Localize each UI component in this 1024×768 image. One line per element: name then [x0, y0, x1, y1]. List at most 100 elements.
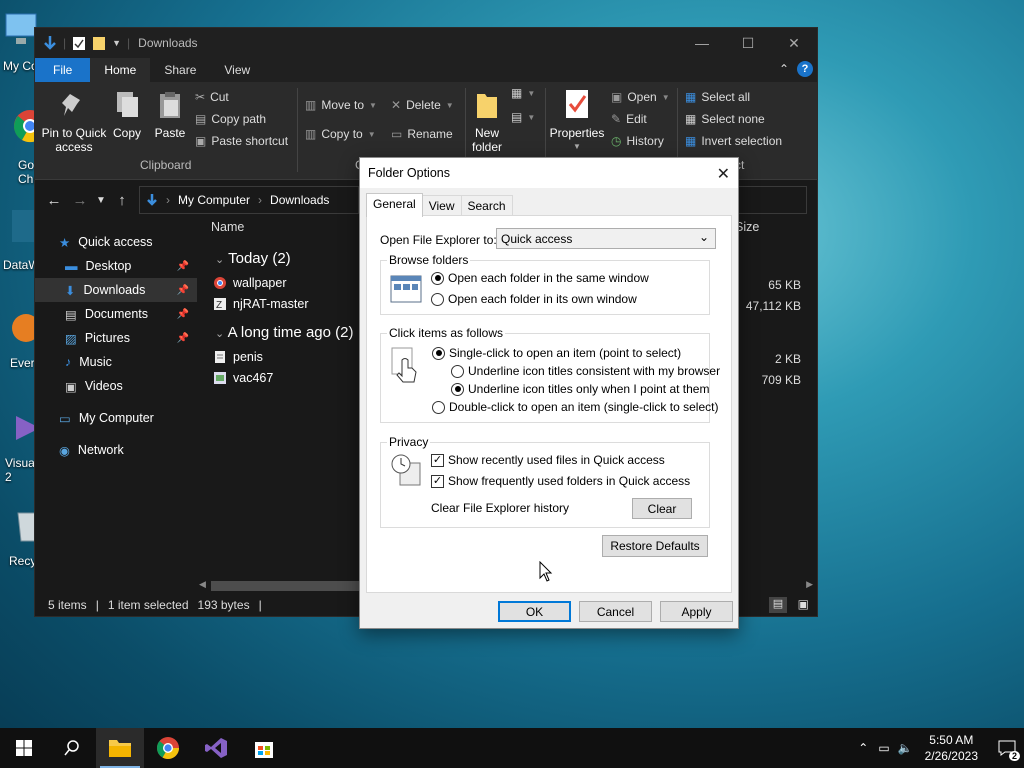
history-button[interactable]: ◷ History: [611, 134, 664, 148]
nav-quick-access[interactable]: ★ Quick access: [35, 230, 197, 254]
collapse-ribbon-icon[interactable]: ⌃: [779, 62, 789, 76]
search-button[interactable]: [48, 728, 96, 768]
clear-button[interactable]: Clear: [632, 498, 692, 519]
copy-to-button[interactable]: ▥ Copy to ▼: [305, 127, 376, 141]
pin-icon: 📌: [176, 260, 189, 272]
apply-button[interactable]: Apply: [660, 601, 733, 622]
scroll-right-icon[interactable]: ▶: [806, 579, 813, 590]
frequent-folders-checkbox[interactable]: ✓ Show frequently used folders in Quick a…: [431, 474, 690, 488]
open-button[interactable]: ▣ Open ▼: [611, 90, 670, 104]
list-item[interactable]: penis: [213, 350, 263, 364]
help-icon[interactable]: ?: [797, 61, 813, 77]
underline-browser-radio[interactable]: Underline icon titles consistent with my…: [451, 364, 720, 378]
show-hidden-icons-icon[interactable]: ⌃: [858, 741, 868, 755]
nav-my-computer[interactable]: ▭ My Computer: [35, 406, 197, 430]
list-item[interactable]: vac467: [213, 371, 273, 385]
pictures-icon: ▨: [65, 331, 77, 346]
details-view-icon[interactable]: ▤: [769, 597, 787, 613]
tab-file[interactable]: File: [35, 58, 91, 82]
restore-defaults-button[interactable]: Restore Defaults: [602, 535, 708, 557]
own-window-radio[interactable]: Open each folder in its own window: [431, 292, 637, 306]
taskbar-file-explorer[interactable]: [96, 728, 144, 768]
start-button[interactable]: [0, 728, 48, 768]
nav-downloads[interactable]: ⬇ Downloads 📌: [35, 278, 197, 302]
tab-general[interactable]: General: [366, 193, 423, 217]
cut-button[interactable]: ✂ Cut: [195, 90, 229, 104]
taskbar-chrome[interactable]: [144, 728, 192, 768]
easy-access-button[interactable]: ▤ ▼: [511, 110, 535, 124]
nav-desktop[interactable]: ▬ Desktop 📌: [35, 254, 197, 278]
copy-path-button[interactable]: ▤ Copy path: [195, 112, 266, 126]
paste-shortcut-button[interactable]: ▣ Paste shortcut: [195, 134, 288, 148]
breadcrumb-my-computer[interactable]: My Computer: [178, 193, 250, 207]
edit-button[interactable]: ✎ Edit: [611, 112, 647, 126]
close-icon[interactable]: ✕: [717, 164, 730, 184]
cancel-button[interactable]: Cancel: [579, 601, 652, 622]
address-bar[interactable]: › My Computer › Downloads: [139, 186, 359, 214]
nav-videos[interactable]: ▣ Videos: [35, 374, 197, 398]
dialog-title-bar: Folder Options ✕: [360, 158, 738, 188]
recent-files-checkbox[interactable]: ✓ Show recently used files in Quick acces…: [431, 453, 665, 467]
selection-info: 1 item selected: [107, 598, 189, 612]
group-header[interactable]: ⌄ A long time ago (2): [215, 324, 353, 341]
up-button[interactable]: ↑: [109, 192, 135, 209]
taskbar: ⌃ ▭ 🔈 5:50 AM 2/26/2023 2: [0, 728, 1024, 768]
new-folder-icon[interactable]: [92, 35, 106, 51]
properties-check-icon[interactable]: [72, 35, 86, 51]
select-all-label: Select all: [701, 90, 751, 104]
list-item[interactable]: wallpaper: [213, 276, 287, 290]
list-item[interactable]: Z njRAT-master: [213, 297, 308, 311]
nav-documents[interactable]: ▤ Documents 📌: [35, 302, 197, 326]
select-all-button[interactable]: ▦ Select all: [685, 90, 750, 104]
column-header-name[interactable]: Name: [211, 220, 244, 234]
qat-dropdown-icon[interactable]: ▼: [112, 38, 121, 48]
taskbar-store[interactable]: [240, 728, 288, 768]
notifications-button[interactable]: 2: [990, 728, 1024, 768]
breadcrumb-downloads[interactable]: Downloads: [270, 193, 329, 207]
scroll-left-icon[interactable]: ◀: [199, 579, 206, 590]
properties-button[interactable]: Properties ▼: [549, 88, 605, 154]
search-input[interactable]: [735, 186, 807, 214]
rename-button[interactable]: ▭ Rename: [391, 127, 453, 141]
paste-button[interactable]: Paste: [151, 90, 189, 140]
open-to-select[interactable]: Quick access ⌄: [496, 228, 716, 249]
network-icon[interactable]: ▭: [878, 741, 889, 755]
nav-network[interactable]: ◉ Network: [35, 438, 197, 462]
taskbar-visual-studio[interactable]: [192, 728, 240, 768]
copy-button[interactable]: Copy: [111, 90, 143, 140]
history-label: History: [626, 134, 664, 148]
nav-pictures[interactable]: ▨ Pictures 📌: [35, 326, 197, 350]
same-window-radio[interactable]: Open each folder in the same window: [431, 271, 649, 285]
maximize-button[interactable]: ☐: [725, 28, 771, 58]
ok-button[interactable]: OK: [498, 601, 571, 622]
delete-button[interactable]: ✕ Delete ▼: [391, 98, 454, 112]
clear-history-label: Clear File Explorer history: [431, 501, 570, 515]
invert-selection-button[interactable]: ▦ Invert selection: [685, 134, 782, 148]
minimize-button[interactable]: —: [679, 28, 725, 58]
recent-locations-button[interactable]: ▼: [93, 195, 109, 206]
new-folder-button[interactable]: New folder: [469, 90, 505, 154]
tab-view[interactable]: View: [210, 58, 264, 82]
underline-point-radio[interactable]: Underline icon titles only when I point …: [451, 382, 709, 396]
group-header[interactable]: ⌄ Today (2): [215, 250, 291, 267]
scrollbar-thumb[interactable]: [211, 581, 361, 591]
ribbon-separator: [297, 88, 298, 172]
nav-music[interactable]: ♪ Music: [35, 350, 197, 374]
forward-button[interactable]: →: [67, 192, 93, 209]
single-click-radio[interactable]: Single-click to open an item (point to s…: [432, 346, 681, 360]
file-name: njRAT-master: [233, 297, 309, 311]
breadcrumb-separator: ›: [166, 193, 170, 207]
back-button[interactable]: ←: [41, 192, 67, 209]
tab-home[interactable]: Home: [90, 58, 151, 82]
volume-icon[interactable]: 🔈: [898, 741, 913, 755]
new-item-button[interactable]: ▦ ▼: [511, 86, 535, 100]
down-arrow-icon[interactable]: [43, 35, 57, 51]
pin-to-quick-access-button[interactable]: Pin to Quick access: [39, 90, 109, 154]
move-to-button[interactable]: ▥ Move to ▼: [305, 98, 377, 112]
select-none-button[interactable]: ▦ Select none: [685, 112, 765, 126]
clock[interactable]: 5:50 AM 2/26/2023: [925, 732, 978, 764]
large-icons-view-icon[interactable]: ▣: [798, 597, 809, 611]
close-button[interactable]: ✕: [771, 28, 817, 58]
double-click-radio[interactable]: Double-click to open an item (single-cli…: [432, 400, 718, 414]
tab-share[interactable]: Share: [150, 58, 210, 82]
